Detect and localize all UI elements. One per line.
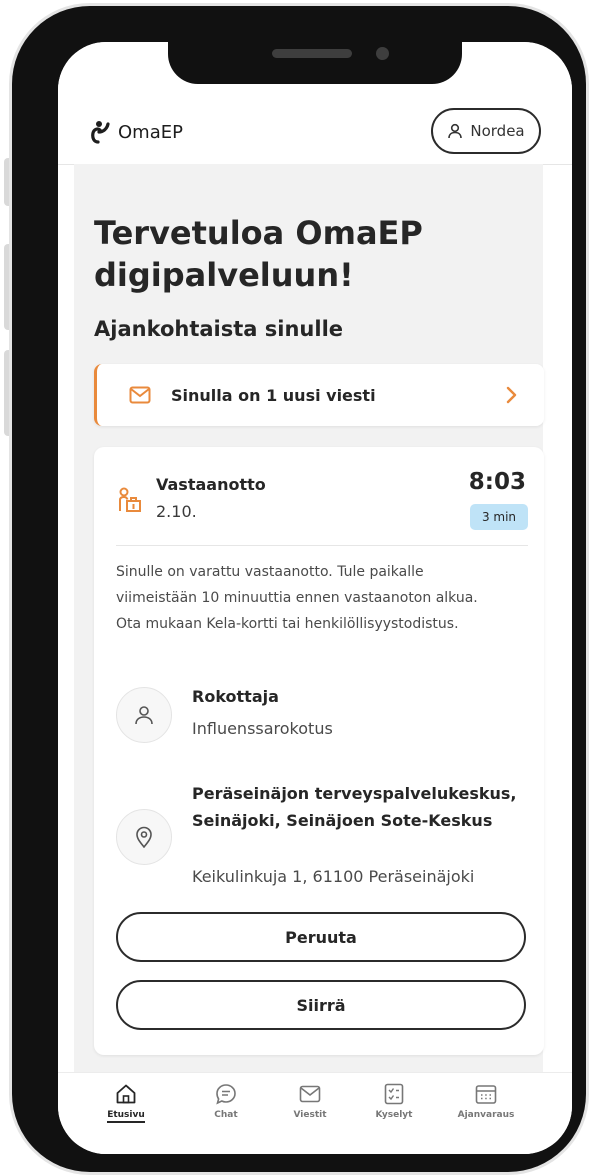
speaker-grille	[272, 49, 352, 58]
person-icon	[135, 706, 153, 725]
location-address: Keikulinkuja 1, 61100 Peräseinäjoki	[192, 867, 475, 886]
cancel-appointment-button[interactable]: Peruuta	[116, 912, 526, 962]
nav-item-chat[interactable]: Chat	[191, 1083, 261, 1120]
professional-avatar	[116, 687, 172, 743]
nav-label: Viestit	[293, 1110, 327, 1120]
new-message-text: Sinulla on 1 uusi viesti	[171, 385, 376, 405]
nav-item-etusivu[interactable]: Etusivu	[91, 1083, 161, 1123]
home-icon	[116, 1084, 136, 1104]
phone-notch	[168, 34, 462, 84]
page-title: Tervetuloa OmaEP digipalveluun!	[94, 214, 423, 294]
section-title: Ajankohtaista sinulle	[94, 317, 344, 341]
appointment-description: Sinulle on varattu vastaanotto. Tule pai…	[116, 564, 478, 632]
nav-item-ajanvaraus[interactable]: Ajanvaraus	[451, 1083, 521, 1120]
move-appointment-button[interactable]: Siirrä	[116, 980, 526, 1030]
app-screen: OmaEP Nordea Tervetuloa OmaEP digipalvel…	[58, 42, 572, 1154]
chat-icon	[216, 1084, 236, 1105]
location-name: Peräseinäjon terveyspalvelukeskus, Seinä…	[192, 784, 517, 830]
user-account-button[interactable]: Nordea	[431, 108, 541, 154]
survey-icon	[384, 1083, 404, 1105]
location-pin-icon	[136, 826, 152, 848]
appointment-time: 8:03	[468, 469, 526, 495]
clinic-icon	[119, 487, 141, 512]
bottom-navigation: Etusivu Chat Viestit Kyselyt Ajanvaraus	[58, 1072, 572, 1154]
mail-icon	[129, 386, 151, 404]
calendar-icon	[475, 1085, 497, 1104]
nav-label: Etusivu	[107, 1110, 145, 1123]
appointment-date: 2.10.	[156, 502, 197, 521]
appointment-card: Vastaanotto 2.10. 8:03 3 min Sinulle on …	[94, 447, 544, 1055]
appointment-type: Vastaanotto	[156, 475, 266, 494]
camera-icon	[376, 47, 389, 60]
app-logo[interactable]: OmaEP	[90, 120, 183, 144]
professional-service: Influenssarokotus	[192, 719, 333, 738]
location-avatar	[116, 809, 172, 865]
nav-label: Kyselyt	[375, 1110, 413, 1120]
main-content: Tervetuloa OmaEP digipalveluun! Ajankoht…	[74, 164, 544, 1094]
phone-frame: OmaEP Nordea Tervetuloa OmaEP digipalvel…	[12, 6, 586, 1172]
new-message-banner[interactable]: Sinulla on 1 uusi viesti	[94, 364, 544, 426]
duration-badge: 3 min	[470, 504, 528, 530]
divider	[116, 545, 528, 546]
user-icon	[448, 123, 463, 139]
nav-label: Chat	[214, 1110, 238, 1120]
logo-text: OmaEP	[118, 121, 183, 143]
nav-label: Ajanvaraus	[457, 1110, 515, 1120]
nav-item-viestit[interactable]: Viestit	[275, 1083, 345, 1120]
nav-item-kyselyt[interactable]: Kyselyt	[359, 1083, 429, 1120]
user-button-label: Nordea	[470, 122, 525, 140]
mail-icon	[299, 1085, 321, 1103]
chevron-right-icon	[506, 386, 517, 404]
omaep-logo-icon	[91, 121, 110, 144]
professional-title: Rokottaja	[192, 687, 279, 706]
